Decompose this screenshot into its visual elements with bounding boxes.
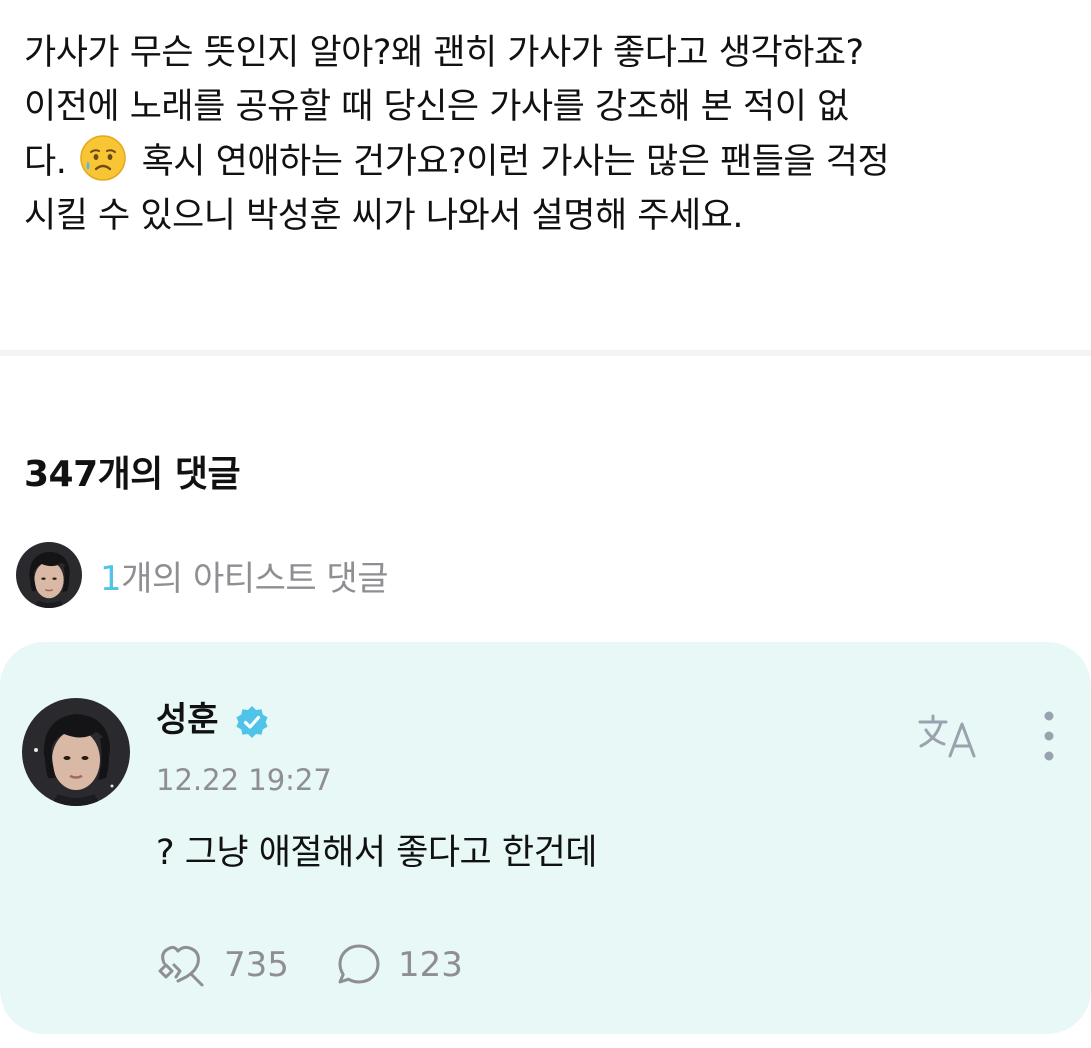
- artist-comments-label: 1개의 아티스트 댓글: [100, 551, 388, 600]
- verified-badge-icon: [236, 706, 268, 738]
- post-line-2: 이전에 노래를 공유할 때 당신은 가사를 강조해 본 적이 없: [24, 87, 849, 127]
- post-body: 가사가 무슨 뜻인지 알아?왜 괜히 가사가 좋다고 생각하죠? 이전에 노래를…: [24, 26, 1074, 243]
- like-button[interactable]: 735: [156, 940, 289, 990]
- artist-comments-filter[interactable]: 1개의 아티스트 댓글: [16, 542, 388, 608]
- author-avatar[interactable]: [22, 698, 130, 806]
- like-icon: [158, 945, 204, 987]
- sad-but-relieved-face-icon: [80, 135, 126, 181]
- artist-comment-label: 개의 아티스트 댓글: [121, 558, 388, 599]
- artist-mini-avatar: [16, 542, 82, 608]
- comment-timestamp: 12.22 19:27: [156, 763, 332, 797]
- post-line-3-wrapper: 다. 혹시 연애하는 건가요?이런 가사는 많은 팬들을 걱정: [24, 134, 1074, 189]
- artist-comment-card: 성훈 12.22 19:27 ? 그냥 애절해서 좋다고 한건데 735 123: [0, 642, 1091, 1034]
- comment-text: ? 그냥 애절해서 좋다고 한건데: [156, 833, 597, 873]
- reply-button[interactable]: 123: [336, 940, 463, 990]
- post-line-3: 다.: [24, 142, 67, 182]
- post-page: 가사가 무슨 뜻인지 알아?왜 괜히 가사가 좋다고 생각하죠? 이전에 노래를…: [0, 0, 1091, 1048]
- translate-icon[interactable]: [916, 710, 982, 762]
- comment-count-heading: 347개의 댓글: [24, 454, 241, 495]
- artist-comment-count: 1: [100, 558, 122, 599]
- post-line-5: 시킬 수 있으니 박성훈 씨가 나와서 설명해 주세요.: [24, 196, 744, 236]
- author-name[interactable]: 성훈: [156, 698, 219, 742]
- more-options-icon[interactable]: [1032, 706, 1066, 766]
- section-divider: [0, 350, 1091, 356]
- reply-count: 123: [398, 945, 463, 985]
- like-count: 735: [224, 945, 289, 985]
- post-line-1: 가사가 무슨 뜻인지 알아?왜 괜히 가사가 좋다고 생각하죠?: [24, 33, 864, 73]
- reply-bubble-icon: [338, 944, 380, 984]
- post-line-4: 혹시 연애하는 건가요?이런 가사는 많은 팬들을 걱정: [141, 142, 890, 182]
